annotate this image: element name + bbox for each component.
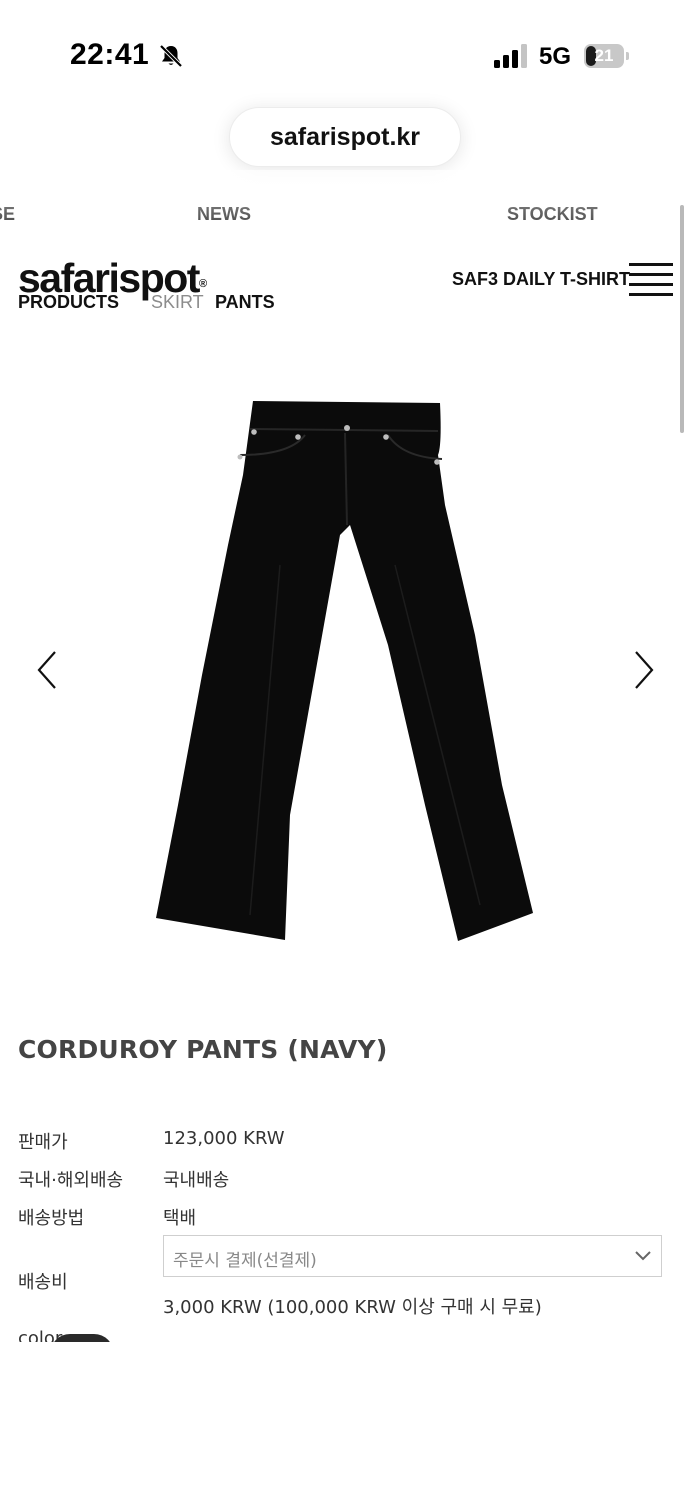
top-nav: SE NEWS STOCKIST: [0, 200, 690, 230]
address-bar[interactable]: safarispot.kr: [229, 107, 461, 167]
nav-skirt[interactable]: SKIRT: [151, 292, 204, 313]
chevron-down-icon: [635, 1251, 651, 1261]
nav-item-news[interactable]: NEWS: [197, 204, 251, 225]
url-text: safarispot.kr: [269, 122, 421, 151]
nav-pants[interactable]: PANTS: [215, 292, 275, 313]
logo-registered-mark: ®: [198, 278, 208, 290]
shipping-region-value: 국내배송: [163, 1170, 230, 1191]
shipping-fee-select[interactable]: 주문시 결제(선결제): [163, 1235, 662, 1277]
price-label: 판매가: [18, 1132, 68, 1153]
nav-item-se[interactable]: SE: [0, 204, 15, 225]
shipping-fee-select-value: 주문시 결제(선결제): [173, 1251, 317, 1271]
shipping-fee-value: 3,000 KRW (100,000 KRW 이상 구매 시 무료): [163, 1297, 542, 1318]
scrollbar[interactable]: [680, 205, 684, 433]
battery-icon: 21: [584, 44, 630, 68]
promo-link[interactable]: SAF3 DAILY T-SHIRT: [452, 269, 630, 290]
shipping-region-label: 국내·해외배송: [18, 1170, 124, 1191]
network-type: 5G: [539, 43, 572, 70]
price-value: 123,000 KRW: [163, 1128, 285, 1149]
shipping-method-label: 배송방법: [18, 1208, 85, 1229]
previous-image-arrow-icon[interactable]: [33, 648, 63, 692]
clock: 22:41: [70, 38, 150, 71]
status-bar: 22:41 5G 21: [0, 0, 690, 110]
bottom-blank-area: [0, 1342, 690, 1500]
shipping-method-value: 택배: [163, 1208, 197, 1229]
shipping-fee-label: 배송비: [18, 1272, 68, 1293]
bell-slash-icon: [159, 44, 183, 68]
nav-products[interactable]: PRODUCTS: [18, 292, 119, 313]
signal-icon: [494, 44, 527, 68]
battery-level: 21: [594, 46, 614, 65]
product-title: CORDUROY PANTS (NAVY): [18, 1035, 388, 1064]
nav-item-stockist[interactable]: STOCKIST: [507, 204, 598, 225]
product-image: [156, 401, 533, 941]
hamburger-menu-icon[interactable]: [629, 263, 673, 297]
next-image-arrow-icon[interactable]: [628, 648, 658, 692]
